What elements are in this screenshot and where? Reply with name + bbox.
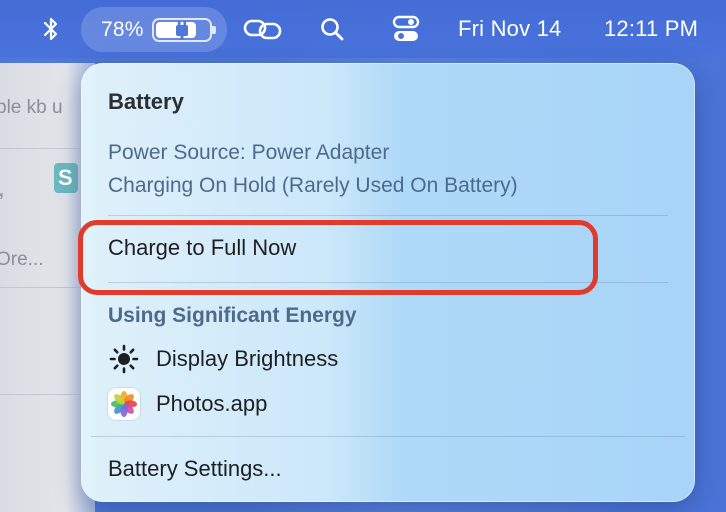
battery-icon: [151, 17, 216, 42]
app-badge-icon: S: [54, 163, 78, 193]
energy-section-header: Using Significant Energy: [108, 304, 357, 327]
energy-app-label: Photos.app: [156, 391, 268, 416]
background-text-line: ,: [0, 175, 5, 203]
photos-app-icon: [108, 388, 140, 420]
power-source-label: Power Source: Power Adapter: [108, 141, 390, 164]
battery-percentage: 78%: [101, 17, 144, 41]
energy-app-label: Display Brightness: [156, 346, 339, 371]
sun-icon: [108, 343, 140, 375]
date-label[interactable]: Fri Nov 14: [458, 0, 590, 58]
separator: [108, 215, 668, 216]
link-icon[interactable]: [240, 0, 286, 58]
charging-status-label: Charging On Hold (Rarely Used On Battery…: [108, 174, 518, 197]
battery-settings-item[interactable]: Battery Settings...: [108, 456, 282, 482]
bluetooth-icon[interactable]: [36, 0, 66, 58]
energy-app-photos[interactable]: Photos.app: [108, 388, 267, 420]
menu-title: Battery: [108, 89, 184, 114]
background-text-line: ple kb u: [0, 97, 63, 118]
charge-to-full-now-item[interactable]: Charge to Full Now: [108, 235, 296, 261]
search-icon[interactable]: [314, 0, 350, 58]
separator: [91, 436, 685, 437]
background-text-line: Ore...: [0, 249, 44, 270]
control-center-icon[interactable]: [388, 0, 424, 58]
energy-app-display-brightness[interactable]: Display Brightness: [108, 343, 338, 375]
time-label[interactable]: 12:11 PM: [604, 0, 722, 58]
battery-menu: Battery Power Source: Power Adapter Char…: [81, 63, 695, 502]
separator: [108, 282, 668, 283]
battery-status-item[interactable]: 78%: [81, 7, 227, 52]
plug-icon: [175, 20, 188, 40]
menu-bar: 78% Fri Nov 14 12:11 PM: [0, 0, 726, 58]
